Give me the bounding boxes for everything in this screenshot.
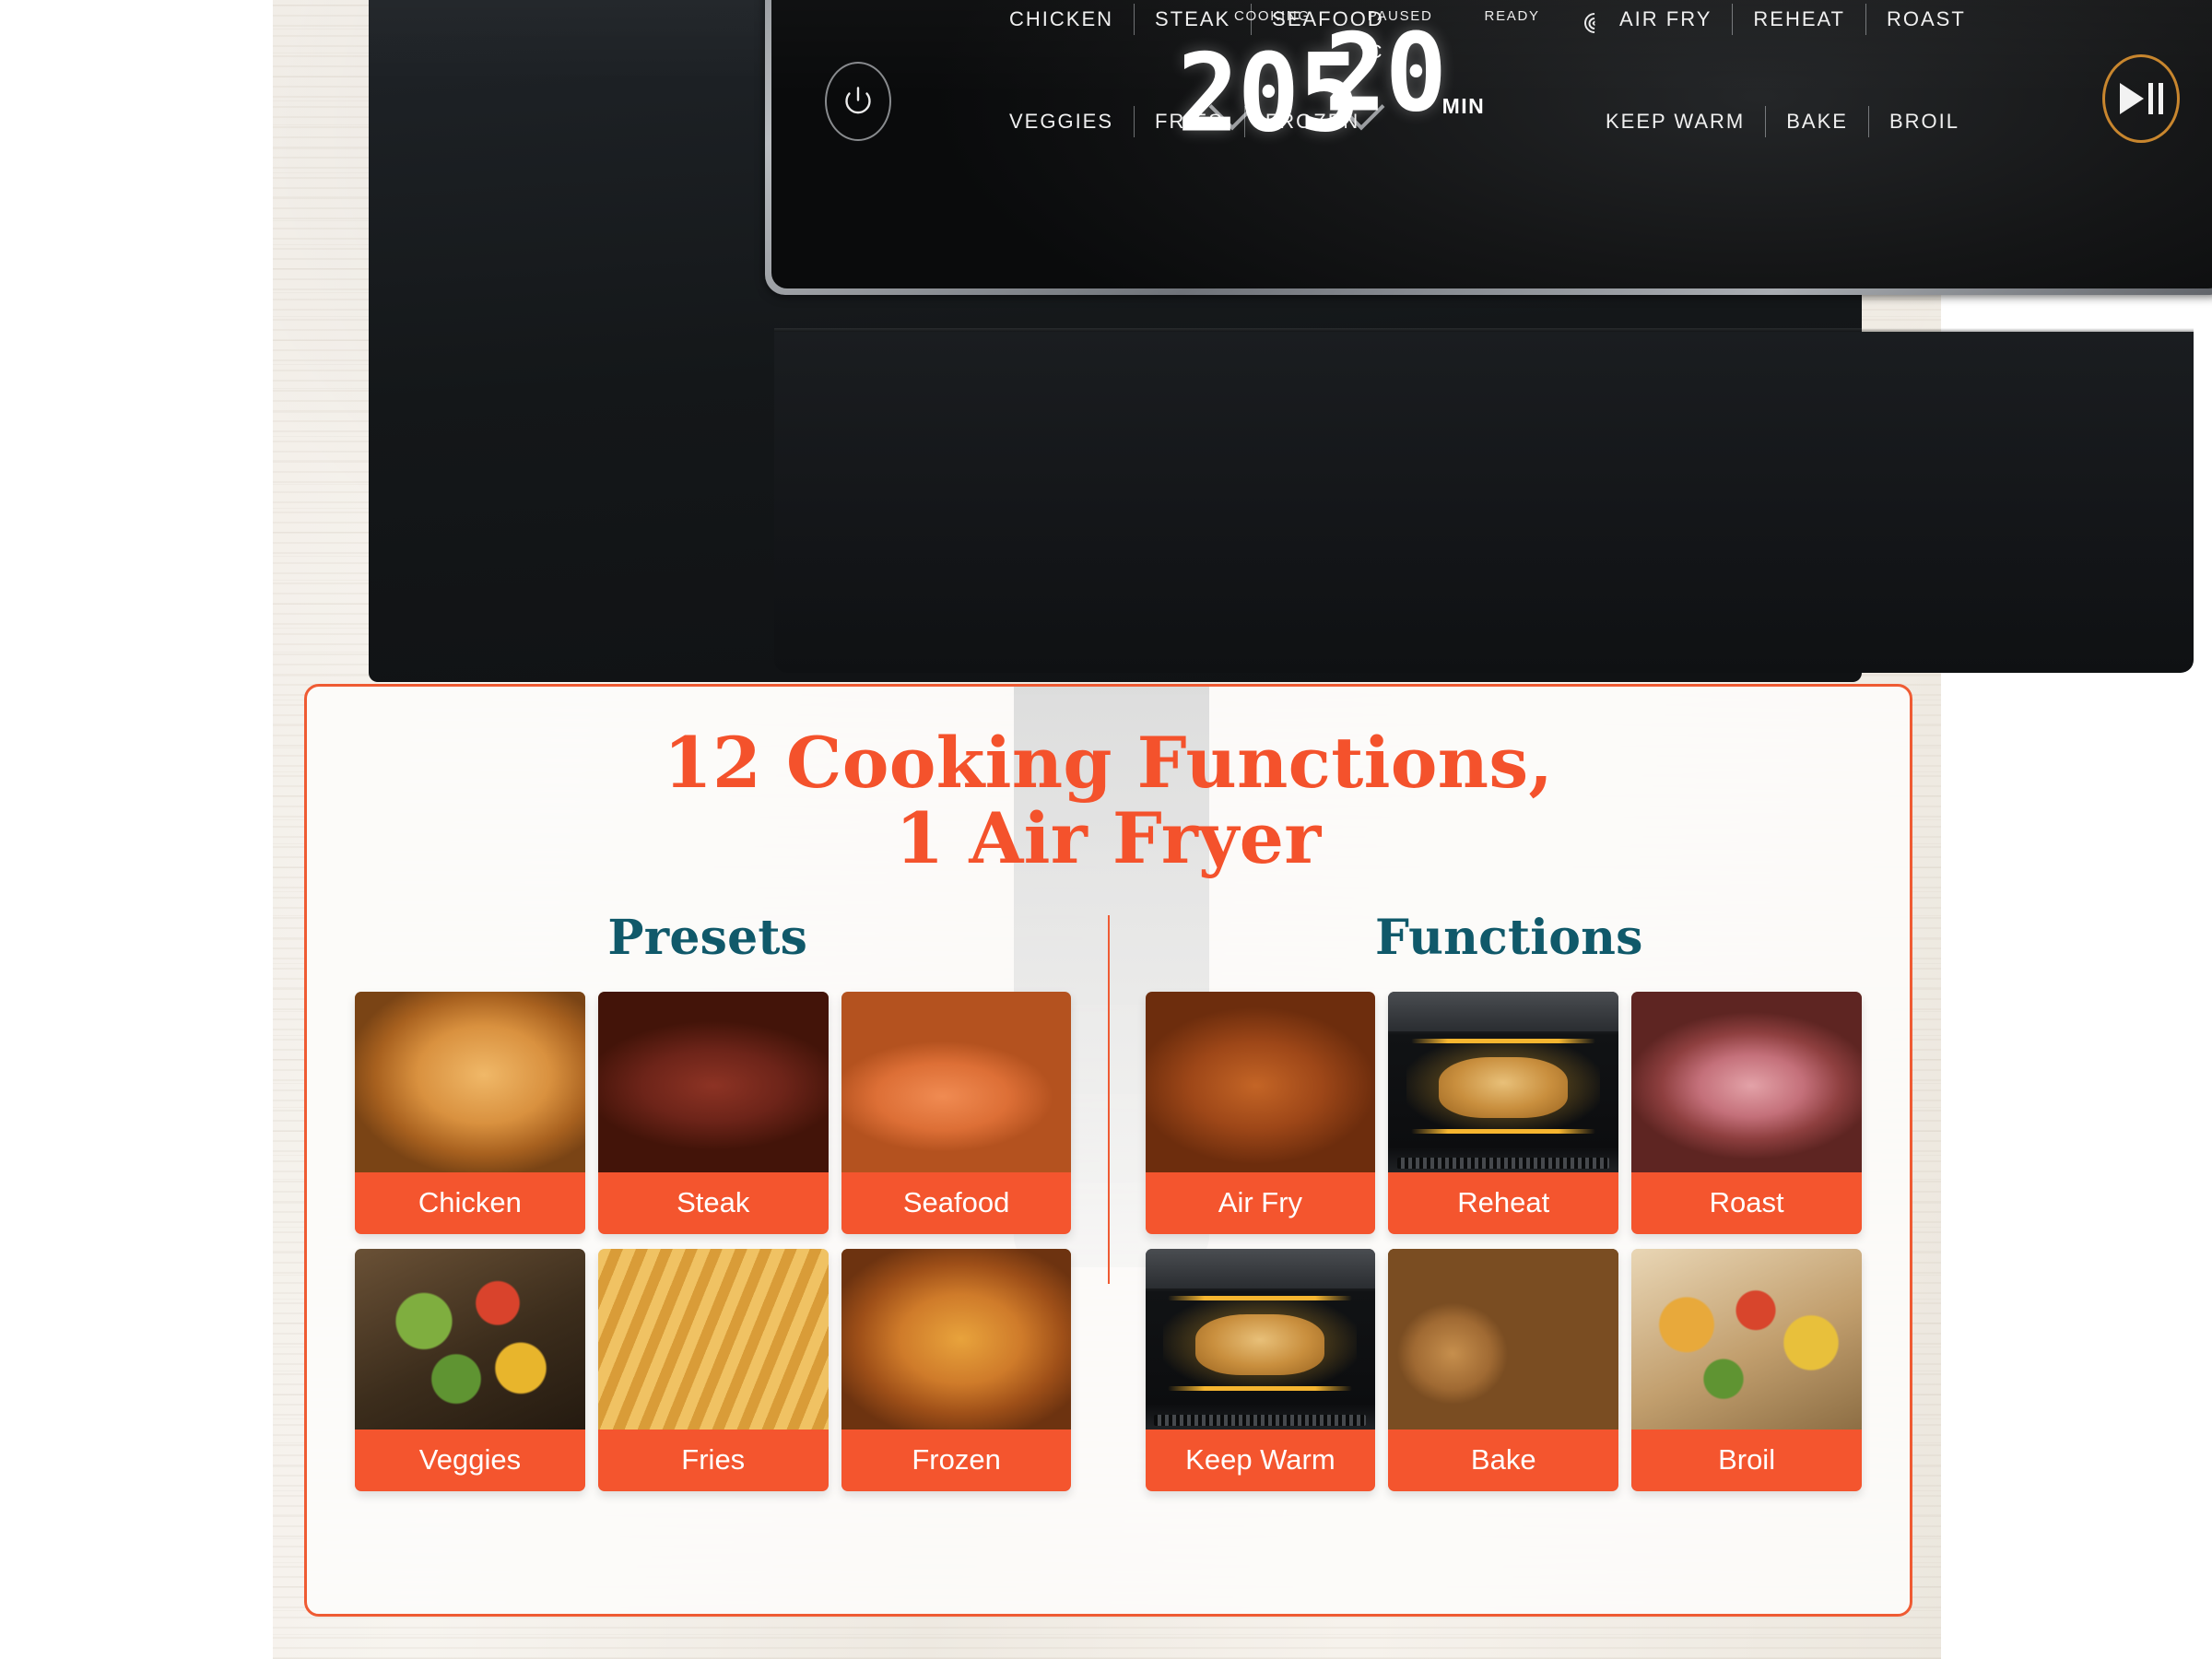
preset-tile-fries[interactable]: Fries [597, 1249, 829, 1492]
preset-tile-seafood[interactable]: Seafood [841, 992, 1072, 1235]
function-buttons-row-top: AIR FRY REHEAT ROAST [1619, 4, 1966, 35]
oven-interior-pastry-photo [1388, 992, 1619, 1173]
headline-line-2: 1 Air Fryer [895, 797, 1322, 880]
preset-tile-frozen[interactable]: Frozen [841, 1249, 1072, 1492]
presets-title: Presets [607, 910, 808, 967]
oven-interior-bread-photo [1145, 1249, 1376, 1430]
divider [1134, 4, 1135, 35]
preset-tile-chicken[interactable]: Chicken [355, 992, 585, 1235]
infographic-stage: CHICKEN STEAK SEAFOOD VEGGIES FRIES FROZ… [0, 0, 2212, 1659]
pastry-food [1439, 1056, 1569, 1119]
divider [1765, 106, 1767, 137]
air-fried-chicken-photo [1145, 992, 1376, 1173]
roast-chicken-photo [355, 992, 585, 1173]
function-button-air-fry[interactable]: AIR FRY [1619, 9, 1712, 29]
function-tile-bake[interactable]: Bake [1388, 1249, 1619, 1492]
function-button-roast[interactable]: ROAST [1887, 9, 1966, 29]
preset-button-chicken[interactable]: CHICKEN [1009, 9, 1113, 29]
presets-grid: Chicken Steak Seafood Veggies Fries Froz… [307, 992, 1109, 1492]
function-tile-label: Keep Warm [1145, 1430, 1376, 1492]
function-tile-label: Roast [1631, 1172, 1862, 1235]
function-tile-broil[interactable]: Broil [1631, 1249, 1862, 1492]
divider [1134, 106, 1135, 137]
functions-grid: Air Fry Reheat Roast Keep Warm Bake Broi… [1109, 992, 1911, 1492]
timer-readout: 20 MIN [1324, 18, 1486, 127]
air-fryer-appliance: CHICKEN STEAK SEAFOOD VEGGIES FRIES FROZ… [369, 0, 2212, 682]
preset-tile-label: Veggies [355, 1430, 585, 1492]
preset-tile-steak[interactable]: Steak [597, 992, 829, 1235]
function-button-broil[interactable]: BROIL [1889, 112, 1959, 132]
headline-line-1: 12 Cooking Functions, [663, 722, 1554, 804]
preset-button-steak[interactable]: STEAK [1155, 9, 1230, 29]
preset-tile-label: Steak [597, 1172, 829, 1235]
function-tile-keep-warm[interactable]: Keep Warm [1145, 1249, 1376, 1492]
presets-column: Presets Chicken Steak Seafood Veggies Fr… [307, 910, 1109, 1492]
timer-unit: MIN [1441, 94, 1486, 119]
preset-tile-label: Seafood [841, 1172, 1072, 1235]
preset-button-veggies[interactable]: VEGGIES [1009, 112, 1113, 132]
broiled-toast-photo [1631, 1249, 1862, 1430]
functions-title: Functions [1374, 910, 1643, 967]
divider [1865, 4, 1866, 35]
function-tile-label: Broil [1631, 1430, 1862, 1492]
card-headline: 12 Cooking Functions, 1 Air Fryer [307, 687, 1910, 877]
status-ready: READY [1484, 7, 1540, 24]
timer-value: 20 [1324, 9, 1447, 136]
divider [1732, 4, 1734, 35]
divider [1867, 106, 1869, 137]
function-tile-label: Air Fry [1145, 1172, 1376, 1235]
bread-food [1195, 1313, 1325, 1376]
salmon-fillet-photo [841, 992, 1072, 1173]
oven-lip [1145, 1249, 1376, 1289]
oven-heating-bar-top [1411, 1039, 1596, 1044]
functions-column: Functions Air Fry Reheat Roast Keep Warm… [1109, 910, 1911, 1492]
oven-vents [1397, 1158, 1610, 1170]
muffins-photo [1388, 1249, 1619, 1430]
oven-heating-bar-top [1168, 1296, 1353, 1301]
preset-tile-veggies[interactable]: Veggies [355, 1249, 585, 1492]
stepper-arrows [771, 0, 2212, 288]
oven-vents [1154, 1415, 1367, 1427]
status-cooking: COOKING [1234, 7, 1311, 24]
function-tile-air-fry[interactable]: Air Fry [1145, 992, 1376, 1235]
preset-tile-label: Frozen [841, 1430, 1072, 1492]
french-fries-photo [597, 1249, 829, 1430]
appliance-lower-body [774, 332, 2194, 673]
preset-tile-label: Chicken [355, 1172, 585, 1235]
frozen-pizza-photo [841, 1249, 1072, 1430]
function-button-bake[interactable]: BAKE [1786, 112, 1848, 132]
function-tile-roast[interactable]: Roast [1631, 992, 1862, 1235]
function-tile-label: Bake [1388, 1430, 1619, 1492]
oven-heating-bar-bottom [1168, 1386, 1353, 1392]
oven-heating-bar-bottom [1411, 1129, 1596, 1135]
card-columns: Presets Chicken Steak Seafood Veggies Fr… [307, 910, 1911, 1492]
roasted-vegetables-photo [355, 1249, 585, 1430]
oven-lip [1388, 992, 1619, 1032]
column-divider [1107, 915, 1110, 1285]
function-buttons-row-bottom: KEEP WARM BAKE BROIL [1606, 106, 1959, 137]
function-tile-reheat[interactable]: Reheat [1388, 992, 1619, 1235]
function-button-keep-warm[interactable]: KEEP WARM [1606, 112, 1745, 132]
control-panel-glass: CHICKEN STEAK SEAFOOD VEGGIES FRIES FROZ… [771, 0, 2212, 288]
wifi-icon [1580, 6, 1609, 38]
roast-beef-photo [1631, 992, 1862, 1173]
control-panel-bezel: CHICKEN STEAK SEAFOOD VEGGIES FRIES FROZ… [765, 0, 2212, 295]
function-button-reheat[interactable]: REHEAT [1753, 9, 1845, 29]
preset-tile-label: Fries [597, 1430, 829, 1492]
function-tile-label: Reheat [1388, 1172, 1619, 1235]
sliced-steak-photo [597, 992, 829, 1173]
feature-card: 12 Cooking Functions, 1 Air Fryer Preset… [304, 684, 1912, 1617]
